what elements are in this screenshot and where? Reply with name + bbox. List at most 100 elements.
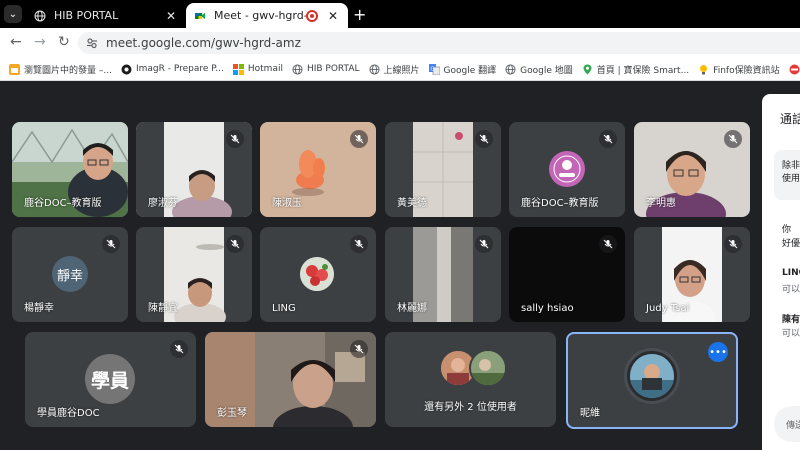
bookmark-item[interactable]: 上線照片 <box>368 63 420 76</box>
more-options-button[interactable]: ••• <box>708 342 728 362</box>
participant-tile[interactable]: 彭玉琴 <box>205 332 376 427</box>
participant-name: 學員鹿谷DOC <box>37 408 100 419</box>
bookmark-label: 瀏覽圖片中的發量 –... <box>24 65 112 76</box>
bookmark-label: ImagR - Prepare P... <box>135 64 224 74</box>
chevron-down-icon: ⌄ <box>8 8 18 20</box>
participant-tile[interactable]: Judy Tsai <box>634 227 750 322</box>
bookmarks-bar: 瀏覽圖片中的發量 –... ImagR - Prepare P... Hotma… <box>0 58 800 81</box>
chat-sender: LING <box>782 268 800 278</box>
others-label: 還有另外 2 位使用者 <box>424 402 517 413</box>
bookmark-label: Google 翻譯 <box>443 65 497 76</box>
browser-toolbar: ← → ↻ meet.google.com/gwv-hgrd-amz <box>0 28 800 58</box>
mic-off-icon <box>226 235 244 253</box>
mic-off-icon <box>350 340 368 358</box>
globe-icon <box>368 63 380 75</box>
tab-meet[interactable]: Meet - gwv-hgrd-amz ✕ <box>186 3 348 28</box>
tab-title: Meet - gwv-hgrd-amz <box>214 9 306 22</box>
chat-input-placeholder: 傳送 <box>786 421 800 431</box>
more-horizontal-icon: ••• <box>709 346 727 358</box>
back-arrow-icon[interactable]: ← <box>10 34 22 50</box>
close-icon[interactable]: ✕ <box>164 9 178 23</box>
mic-off-icon <box>350 235 368 253</box>
info-line: 使用 <box>782 174 800 184</box>
mic-off-icon <box>475 235 493 253</box>
participant-photo <box>471 351 505 385</box>
mic-off-icon <box>170 340 188 358</box>
self-tile[interactable]: ••• 昵維 <box>566 332 738 429</box>
google-maps-icon <box>583 64 592 74</box>
chat-input[interactable]: 傳送 <box>774 406 800 442</box>
participant-tile[interactable]: 林麗娜 <box>385 227 501 322</box>
participant-name: 林麗娜 <box>397 303 427 314</box>
bookmark-label: Finfo保險資訊站 <box>713 65 780 76</box>
participant-tile[interactable]: 陳淑玉 <box>260 122 376 217</box>
bookmark-item[interactable]: 瀏覽圖片中的發量 –... <box>9 63 112 76</box>
new-tab-button[interactable]: + <box>353 5 366 24</box>
chat-message: 你 <box>782 225 792 235</box>
bookmark-item[interactable]: Finfo保險資訊站 <box>698 63 780 76</box>
chat-sender: 陳有 <box>782 315 800 325</box>
mic-off-icon <box>599 235 617 253</box>
google-meet-icon <box>195 12 205 19</box>
bookmark-item[interactable]: Hotmail <box>232 63 283 75</box>
avatar: 學員 <box>85 354 135 404</box>
participant-name: sally hsiao <box>521 303 574 314</box>
participant-tile[interactable]: 陳靜宜 <box>136 227 252 322</box>
globe-icon <box>292 63 303 75</box>
bookmark-icon <box>9 63 20 75</box>
participant-tile[interactable]: 靜幸 楊靜幸 <box>12 227 128 322</box>
tab-title: HIB PORTAL <box>54 9 119 22</box>
forward-arrow-icon[interactable]: → <box>34 34 46 50</box>
participant-tile[interactable]: LING <box>260 227 376 322</box>
participant-name: 陳淑玉 <box>272 198 302 209</box>
mic-off-icon <box>724 235 742 253</box>
participant-name: 鹿谷DOC–教育版 <box>24 198 102 209</box>
organization-logo <box>550 152 584 186</box>
bookmark-item[interactable]: G Google 翻譯 <box>428 63 497 76</box>
google-translate-icon: G <box>428 63 440 75</box>
tab-hib-portal[interactable]: HIB PORTAL ✕ <box>26 3 186 28</box>
participant-name: 昵維 <box>580 408 600 419</box>
mic-off-icon <box>102 235 120 253</box>
participant-name: 彭玉琴 <box>217 408 247 419</box>
participant-name: 鹿谷DOC–教育版 <box>521 198 599 209</box>
participant-tile[interactable]: 廖淑芬 <box>136 122 252 217</box>
participant-tile[interactable]: 鹿谷DOC–教育版 <box>12 122 128 217</box>
bookmark-item[interactable]: 保 <box>789 63 800 76</box>
participant-name: 李明惠 <box>646 198 676 209</box>
bookmark-item[interactable]: 首頁 | 寶保險 Smart... <box>582 63 689 76</box>
meet-stage: 鹿谷DOC–教育版 廖淑芬 陳淑玉 黃美德 鹿谷DOC–教育版 李明惠 靜幸 楊… <box>0 81 800 450</box>
chat-message: 可以 <box>782 329 800 339</box>
participant-name: 楊靜幸 <box>24 303 54 314</box>
others-tile[interactable]: 還有另外 2 位使用者 <box>385 332 556 427</box>
site-info-icon[interactable] <box>86 37 98 49</box>
bookmark-item[interactable]: Google 地圖 <box>505 63 573 76</box>
flowers-photo <box>300 257 334 291</box>
recording-icon <box>306 9 318 22</box>
avatar-ring <box>624 348 680 404</box>
participant-tile[interactable]: 李明惠 <box>634 122 750 217</box>
participant-name: 黃美德 <box>397 198 427 209</box>
mic-off-icon <box>599 130 617 148</box>
participant-name: Judy Tsai <box>646 303 690 314</box>
bookmark-item[interactable]: HIB PORTAL <box>292 63 360 75</box>
imagr-icon <box>121 64 132 74</box>
participant-tile[interactable]: sally hsiao <box>509 227 625 322</box>
bookmark-label: Google 地圖 <box>520 65 573 76</box>
bookmark-label: 上線照片 <box>383 65 420 76</box>
avatar <box>627 351 677 401</box>
reload-icon[interactable]: ↻ <box>58 34 70 50</box>
participant-tile[interactable]: 鹿谷DOC–教育版 <box>509 122 625 217</box>
bookmark-item[interactable]: ImagR - Prepare P... <box>121 64 224 75</box>
address-bar[interactable]: meet.google.com/gwv-hgrd-amz <box>78 32 800 54</box>
tab-search-button[interactable]: ⌄ <box>4 5 22 23</box>
lightbulb-icon <box>700 64 708 74</box>
close-icon[interactable]: ✕ <box>326 9 340 23</box>
chat-panel: 通話 除非 使用 你 好優 LING 可以 陳有 可以 傳送 <box>762 94 800 450</box>
avatar: 靜幸 <box>52 256 88 292</box>
participant-tile[interactable]: 學員 學員鹿谷DOC <box>25 332 196 427</box>
participant-photo <box>630 354 674 398</box>
participant-tile[interactable]: 黃美德 <box>385 122 501 217</box>
chat-message: 可以 <box>782 285 800 295</box>
svg-text:G: G <box>430 66 434 72</box>
